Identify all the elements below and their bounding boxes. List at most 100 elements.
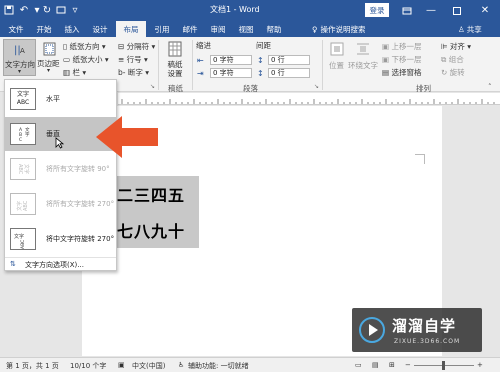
accessibility-icon: ♿: [178, 361, 185, 369]
language[interactable]: 中文(中国): [132, 361, 165, 371]
rotate-text-90-icon: 文字 ABC: [10, 158, 36, 180]
align-icon: ⊫: [441, 42, 450, 51]
position-button[interactable]: 位置: [326, 39, 348, 77]
margins-icon: [43, 42, 56, 58]
breaks-label: 分隔符: [126, 42, 150, 51]
ribbon-tab-bar: 文件 开始 插入 设计 布局 引用 邮件 审阅 视图 帮助 ♀ 操作说明搜索 ♙…: [0, 21, 500, 37]
print-layout-icon[interactable]: ▤: [372, 361, 379, 369]
paragraph-launcher-icon[interactable]: ↘: [314, 83, 319, 90]
spacing-before-input[interactable]: 0 行: [268, 55, 310, 65]
columns-button[interactable]: ▥ 栏 ▾: [63, 67, 86, 78]
zoom-out-icon[interactable]: −: [405, 361, 411, 369]
send-backward-button[interactable]: ▣ 下移一层: [382, 54, 421, 65]
zoom-in-icon[interactable]: +: [477, 361, 483, 369]
tab-insert[interactable]: 插入: [58, 21, 86, 37]
text-direction-options-icon: ⇅: [10, 260, 16, 268]
selection-pane-button[interactable]: ▤ 选择窗格: [382, 67, 421, 78]
tell-me-box[interactable]: ♀ 操作说明搜索: [312, 21, 366, 37]
watermark-brand: 溜溜自学: [392, 317, 457, 335]
tab-review[interactable]: 审阅: [204, 21, 232, 37]
redo-icon[interactable]: ↻: [40, 3, 54, 17]
web-layout-icon[interactable]: ⊞: [389, 361, 395, 369]
accessibility-status[interactable]: 辅助功能: 一切就绪: [188, 361, 249, 371]
undo-icon[interactable]: ↶: [17, 3, 31, 17]
orientation-button[interactable]: ▯ 纸张方向 ▾: [63, 41, 106, 52]
lightbulb-icon: ♀: [312, 24, 318, 34]
svg-text:文: 文: [25, 126, 30, 133]
chevron-down-icon: ▾: [47, 67, 51, 74]
spacing-after-input[interactable]: 0 行: [268, 68, 310, 78]
collapse-ribbon-icon[interactable]: ˄: [488, 83, 492, 91]
proofing-icon[interactable]: ▣: [118, 361, 125, 369]
document-text-line-1[interactable]: 二三四五: [115, 176, 199, 212]
draft-paper-icon: [168, 41, 182, 59]
word-count[interactable]: 10/10 个字: [70, 361, 106, 371]
group-separator: [192, 40, 193, 90]
text-direction-options-label: 文字方向选项(X)...: [25, 261, 84, 269]
minimize-icon[interactable]: —: [420, 0, 442, 21]
title-bar: ↶ ▾ ↻ ▿ 文档1 - Word 登录 — ✕: [0, 0, 500, 21]
menu-item-rotate-270[interactable]: 文字 ABC 将所有文字旋转 270°: [5, 187, 116, 221]
rotate-chinese-270-icon: 文字 ABC: [10, 228, 36, 250]
svg-text:字: 字: [25, 131, 30, 138]
tab-mailings[interactable]: 邮件: [176, 21, 204, 37]
draft-paper-settings-button[interactable]: 稿纸设置: [162, 39, 188, 79]
margins-button[interactable]: 页边距 ▾: [37, 39, 62, 76]
bring-forward-label: 上移一层: [391, 42, 422, 51]
tab-home[interactable]: 开始: [30, 21, 58, 37]
person-icon: ♙: [458, 24, 465, 34]
line-numbers-button[interactable]: ≡ 行号 ▾: [118, 54, 148, 65]
bring-forward-button[interactable]: ▣ 上移一层: [382, 41, 421, 52]
touch-mode-icon[interactable]: [54, 3, 68, 17]
login-button[interactable]: 登录: [365, 3, 389, 17]
wrap-text-button[interactable]: 环绕文字: [348, 39, 378, 77]
text-direction-button[interactable]: || A 文字方向 ▾: [3, 39, 36, 76]
tab-help[interactable]: 帮助: [260, 21, 288, 37]
size-button[interactable]: ▭ 纸张大小 ▾: [63, 54, 109, 65]
hyphenation-label: 断字: [127, 68, 143, 77]
menu-item-stack-chinese-270[interactable]: 文字 ABC 将中文字符旋转 270°: [5, 222, 116, 256]
tab-layout[interactable]: 布局: [116, 21, 146, 37]
svg-text:A: A: [20, 47, 25, 55]
menu-item-horizontal[interactable]: 文字 ABC 水平: [5, 82, 116, 116]
text-direction-options[interactable]: ⇅ 文字方向选项(X)...: [5, 259, 116, 271]
share-button[interactable]: ♙ 共享: [458, 21, 482, 37]
tab-design[interactable]: 设计: [86, 21, 114, 37]
columns-label: 栏: [72, 68, 80, 77]
vertical-text-icon: 文字ABC: [10, 123, 36, 145]
svg-text:文字: 文字: [14, 233, 24, 240]
spacing-before-icon: ↕: [257, 56, 264, 65]
orientation-label: 纸张方向: [69, 42, 100, 51]
breaks-icon: ⊟: [118, 42, 127, 51]
group-objects-button[interactable]: ⧉ 组合: [441, 54, 464, 65]
indent-left-input[interactable]: 0 字符: [210, 55, 252, 65]
spacing-heading: 间距: [256, 41, 271, 50]
rotate-button[interactable]: ↻ 旋转: [441, 67, 465, 78]
document-text-line-2[interactable]: 七八九十: [115, 212, 199, 248]
save-icon[interactable]: [2, 3, 16, 17]
indent-right-input[interactable]: 0 字符: [210, 68, 252, 78]
close-icon[interactable]: ✕: [474, 0, 496, 21]
tab-file[interactable]: 文件: [2, 21, 30, 37]
menu-item-label: 将中文字符旋转 270°: [46, 235, 115, 243]
restore-icon[interactable]: [446, 0, 468, 21]
align-button[interactable]: ⊫ 对齐 ▾: [441, 41, 471, 52]
zoom-slider-thumb[interactable]: [442, 361, 445, 370]
svg-text:文字: 文字: [23, 164, 30, 174]
hyphenation-button[interactable]: b- 断字 ▾: [118, 67, 149, 78]
tab-view[interactable]: 视图: [232, 21, 260, 37]
page-count[interactable]: 第 1 页，共 1 页: [6, 361, 59, 371]
horizontal-ruler[interactable]: [118, 93, 500, 105]
ribbon-display-options-icon[interactable]: [396, 0, 418, 21]
rotate-icon: ↻: [441, 68, 450, 77]
tab-references[interactable]: 引用: [148, 21, 176, 37]
svg-text:ABC: ABC: [20, 240, 26, 249]
play-logo-icon: [359, 317, 385, 343]
menu-item-label: 将所有文字旋转 90°: [46, 165, 110, 173]
page-setup-launcher-icon[interactable]: ↘: [150, 83, 155, 90]
customize-toolbar-icon[interactable]: ▿: [68, 3, 82, 17]
read-mode-icon[interactable]: ▭: [355, 361, 362, 369]
margin-corner-mark: [415, 154, 425, 164]
size-label: 纸张大小: [72, 55, 103, 64]
breaks-button[interactable]: ⊟ 分隔符 ▾: [118, 41, 155, 52]
